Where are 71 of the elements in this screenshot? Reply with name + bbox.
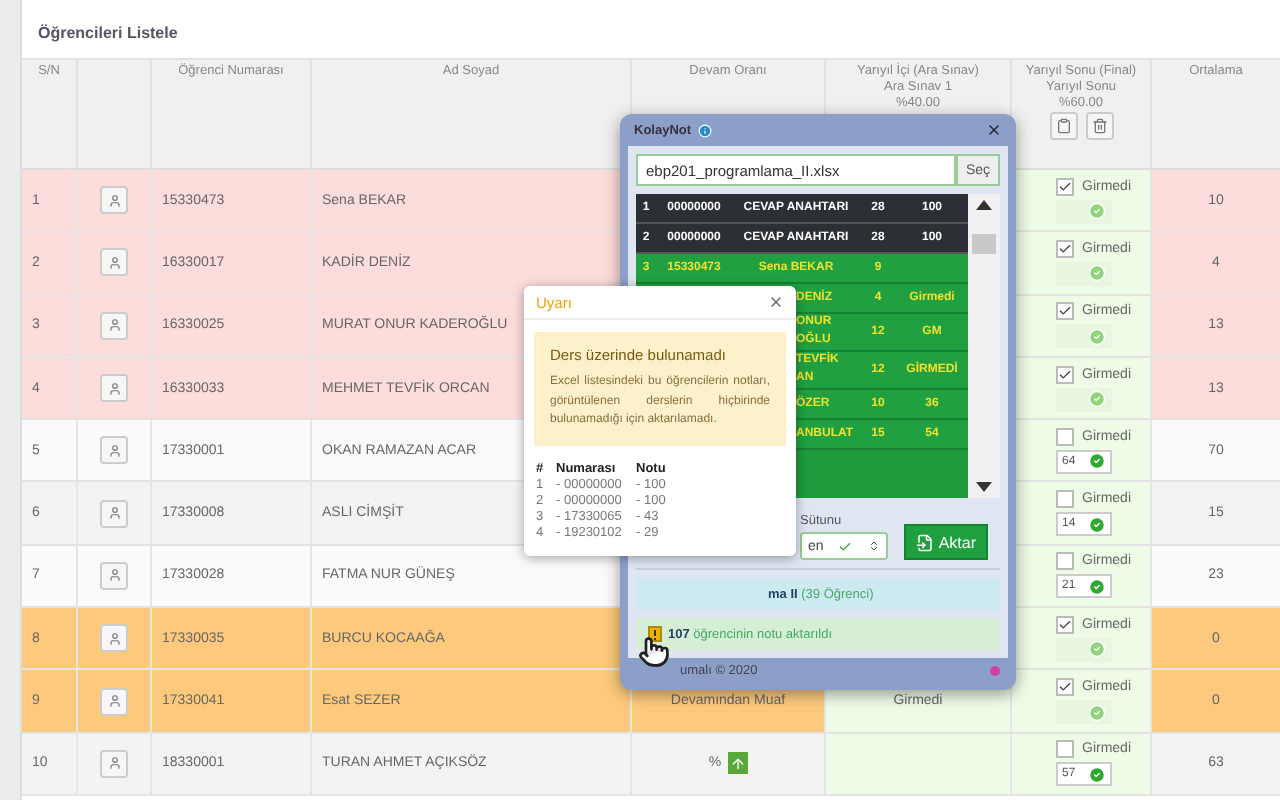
student-profile-button[interactable] [100, 248, 128, 277]
score-field[interactable] [1056, 700, 1112, 725]
person-icon [107, 193, 121, 208]
clipboard-icon [1055, 118, 1071, 134]
scroll-thumb[interactable] [972, 234, 996, 254]
person-icon [107, 318, 121, 333]
absent-checkbox[interactable] [1056, 552, 1074, 571]
absent-checkbox[interactable] [1056, 177, 1074, 196]
person-icon [107, 506, 121, 521]
absent-checkbox[interactable] [1056, 365, 1074, 384]
valid-check-icon [1088, 202, 1106, 221]
absent-checkbox[interactable] [1056, 740, 1074, 759]
score-field[interactable] [1056, 324, 1112, 349]
absent-checkbox[interactable] [1056, 239, 1074, 258]
checkmark-icon [838, 539, 853, 553]
clipboard-button[interactable] [1049, 112, 1077, 140]
person-icon [107, 443, 121, 458]
checkmark-icon [1058, 179, 1072, 194]
student-profile-button[interactable] [100, 186, 128, 215]
valid-check-icon [1088, 264, 1106, 283]
valid-check-icon [1088, 515, 1106, 534]
valid-check-icon [1088, 765, 1106, 784]
score-field[interactable] [1056, 199, 1112, 224]
student-profile-button[interactable] [100, 311, 128, 340]
checkmark-icon [1058, 241, 1072, 256]
upload-button[interactable] [727, 752, 748, 775]
valid-check-icon [1088, 703, 1106, 722]
scroll-up-icon[interactable] [976, 200, 992, 210]
checkmark-icon [1058, 367, 1072, 382]
valid-check-icon [1088, 390, 1106, 409]
valid-check-icon [1088, 577, 1106, 596]
score-field[interactable] [1056, 637, 1112, 662]
absent-checkbox[interactable] [1056, 615, 1074, 634]
score-field[interactable] [1056, 387, 1112, 412]
absent-checkbox[interactable] [1056, 427, 1074, 446]
person-icon [107, 568, 121, 583]
score-field[interactable] [1056, 261, 1112, 286]
person-icon [107, 631, 121, 646]
panel-title: Öğrencileri Listele [38, 24, 178, 42]
resize-dot [990, 665, 1000, 675]
valid-check-icon [1088, 452, 1106, 471]
student-profile-button[interactable] [100, 561, 128, 590]
absent-checkbox[interactable] [1056, 302, 1074, 321]
close-icon[interactable] [986, 122, 1002, 138]
person-icon [107, 756, 121, 771]
absent-checkbox[interactable] [1056, 490, 1074, 509]
student-profile-button[interactable] [100, 499, 128, 528]
student-profile-button[interactable] [100, 749, 128, 778]
file-import-icon [916, 533, 935, 551]
checkmark-icon [1058, 680, 1072, 695]
checkmark-icon [1058, 617, 1072, 632]
scroll-down-icon[interactable] [976, 482, 992, 492]
checkmark-icon [1058, 304, 1072, 319]
hand-cursor-icon [638, 636, 670, 668]
person-icon [107, 255, 121, 270]
student-profile-button[interactable] [100, 687, 128, 716]
arrow-up-icon [729, 755, 746, 772]
warning-badge[interactable] [648, 626, 662, 642]
student-profile-button[interactable] [100, 624, 128, 653]
person-icon [107, 694, 121, 709]
trash-icon [1091, 118, 1107, 134]
person-icon [107, 381, 121, 396]
valid-check-icon [1088, 640, 1106, 659]
info-icon [697, 123, 712, 137]
close-icon[interactable] [768, 294, 784, 310]
scrollbar[interactable] [968, 194, 1000, 498]
absent-checkbox[interactable] [1056, 678, 1074, 697]
student-profile-button[interactable] [100, 374, 128, 403]
valid-check-icon [1088, 327, 1106, 346]
student-profile-button[interactable] [100, 436, 128, 465]
delete-button[interactable] [1085, 112, 1113, 140]
